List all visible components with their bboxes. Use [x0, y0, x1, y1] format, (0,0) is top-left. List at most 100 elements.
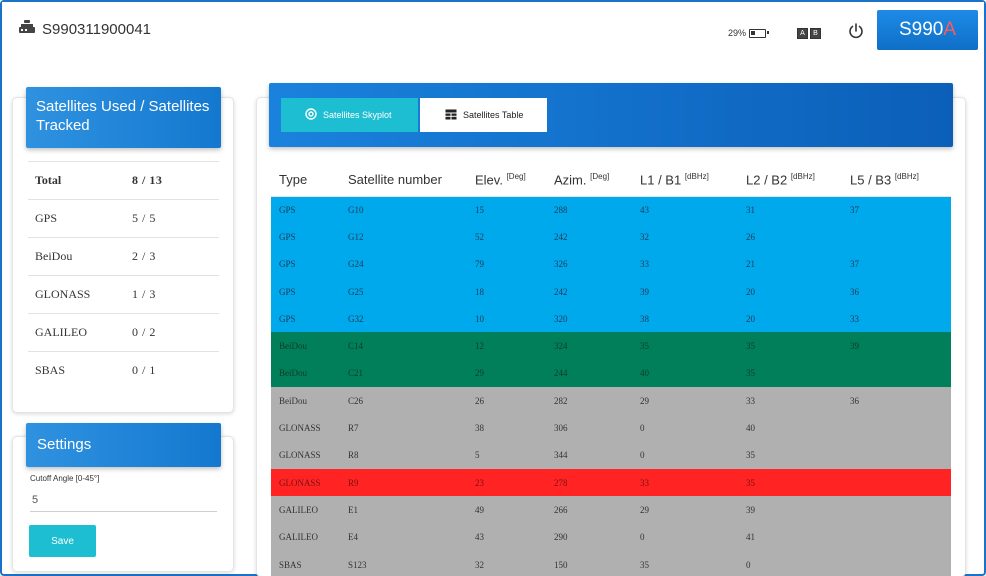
table-cell: 5: [467, 441, 546, 469]
table-cell: 290: [546, 523, 632, 551]
satellites-table: Type Satellite number Elev. [Deg] Azim. [De…: [271, 163, 951, 576]
table-cell: 29: [632, 496, 738, 524]
tab-satellites-table[interactable]: Satellites Table: [420, 98, 547, 132]
summary-row: Total 8 / 13: [28, 161, 219, 199]
table-cell: GPS: [271, 305, 340, 333]
table-cell: [842, 223, 951, 251]
column-header[interactable]: L1 / B1 [dBHz]: [632, 163, 738, 197]
save-button[interactable]: Save: [29, 525, 96, 557]
table-cell: 26: [467, 387, 546, 415]
table-cell: BeiDou: [271, 387, 340, 415]
table-row: BeiDou C14 12 324 35 35 39: [271, 332, 951, 360]
table-cell: [842, 496, 951, 524]
table-cell: 29: [632, 387, 738, 415]
cutoff-angle-label: Cutoff Angle [0-45°]: [30, 474, 100, 483]
table-cell: 20: [738, 305, 842, 333]
table-cell: 0: [632, 414, 738, 442]
table-cell: G10: [340, 196, 467, 224]
summary-row: BeiDou 2 / 3: [28, 237, 219, 275]
table-cell: 326: [546, 250, 632, 278]
table-cell: 32: [632, 223, 738, 251]
table-cell: GPS: [271, 277, 340, 306]
table-cell: R7: [340, 414, 467, 442]
summary-row-label: GLONASS: [35, 287, 91, 301]
table-cell: 31: [738, 196, 842, 224]
table-cell: 21: [738, 250, 842, 278]
table-cell: GPS: [271, 250, 340, 278]
table-row: GALILEO E4 43 290 0 41: [271, 523, 951, 551]
column-header[interactable]: L5 / B3 [dBHz]: [842, 163, 951, 197]
summary-row-label: GALILEO: [35, 325, 87, 339]
summary-row-value: 5 / 5: [132, 211, 156, 225]
summary-row-label: GPS: [35, 211, 58, 225]
table-cell: G12: [340, 223, 467, 251]
brand-button[interactable]: S990 A: [877, 10, 978, 50]
column-header-text: Type: [279, 171, 308, 187]
table-cell: GPS: [271, 223, 340, 251]
column-header[interactable]: Satellite number: [340, 163, 467, 197]
column-header[interactable]: Elev. [Deg]: [467, 163, 546, 197]
column-header[interactable]: L2 / B2 [dBHz]: [738, 163, 842, 197]
table-cell: 43: [632, 196, 738, 224]
table-cell: C21: [340, 359, 467, 388]
table-row: GPS G25 18 242 39 20 36: [271, 277, 951, 306]
table-cell: 324: [546, 332, 632, 360]
summary-row: GPS 5 / 5: [28, 199, 219, 237]
column-header[interactable]: Type: [271, 163, 340, 197]
table-row: GPS G10 15 288 43 31 37: [271, 196, 951, 224]
table-cell: 39: [842, 332, 951, 360]
column-header-text: L2 / B2: [746, 171, 791, 187]
table-cell: 35: [738, 441, 842, 469]
summary-row-value: 0 / 1: [132, 363, 156, 377]
table-cell: 288: [546, 196, 632, 224]
table-cell: 49: [467, 496, 546, 524]
table-cell: 33: [632, 468, 738, 497]
table-cell: 320: [546, 305, 632, 333]
table-cell: G24: [340, 250, 467, 278]
battery-status: 29%: [728, 28, 770, 38]
cutoff-angle-input[interactable]: [30, 488, 217, 512]
column-header-unit: [Deg]: [506, 171, 526, 181]
table-cell: 26: [738, 223, 842, 251]
table-cell: BeiDou: [271, 359, 340, 388]
table-row: GLONASS R8 5 344 0 35: [271, 441, 951, 469]
table-row: GPS G12 52 242 32 26: [271, 223, 951, 251]
table-cell: 40: [632, 359, 738, 388]
table-cell: 344: [546, 441, 632, 469]
table-cell: S123: [340, 550, 467, 576]
tab-satellites-skyplot[interactable]: Satellites Skyplot: [281, 98, 418, 132]
table-cell: 29: [467, 359, 546, 388]
battery-icon: [749, 28, 770, 38]
summary-row-label: SBAS: [35, 363, 66, 377]
tab-satellites-table-label: Satellites Table: [463, 110, 524, 120]
device-info: S990311900041: [18, 19, 151, 40]
table-cell: 37: [842, 250, 951, 278]
table-cell: G32: [340, 305, 467, 333]
brand-main: S990: [898, 19, 944, 40]
brand-accent: A: [943, 19, 957, 40]
table-cell: 20: [738, 277, 842, 306]
table-cell: 35: [738, 468, 842, 497]
column-header[interactable]: Azim. [Deg]: [546, 163, 632, 197]
table-cell: GALILEO: [271, 496, 340, 524]
table-cell: 0: [738, 550, 842, 576]
table-cell: G25: [340, 277, 467, 306]
table-row: GLONASS R7 38 306 0 40: [271, 414, 951, 442]
power-icon[interactable]: [847, 22, 865, 40]
table-cell: GLONASS: [271, 441, 340, 469]
table-row: GPS G24 79 326 33 21 37: [271, 250, 951, 278]
table-cell: [842, 468, 951, 497]
language-icon[interactable]: A B: [797, 28, 821, 39]
column-header-text: L5 / B3: [850, 171, 895, 187]
column-header-text: Azim.: [554, 171, 591, 187]
table-cell: SBAS: [271, 550, 340, 576]
summary-row: SBAS 0 / 1: [28, 351, 219, 389]
column-header-unit: [dBHz]: [684, 171, 709, 181]
table-cell: 36: [842, 387, 951, 415]
column-header-unit: [Deg]: [590, 171, 610, 181]
table-cell: [842, 523, 951, 551]
table-cell: 32: [467, 550, 546, 576]
table-cell: [842, 414, 951, 442]
summary-row-label: Total: [35, 173, 62, 187]
table-cell: 35: [738, 332, 842, 360]
